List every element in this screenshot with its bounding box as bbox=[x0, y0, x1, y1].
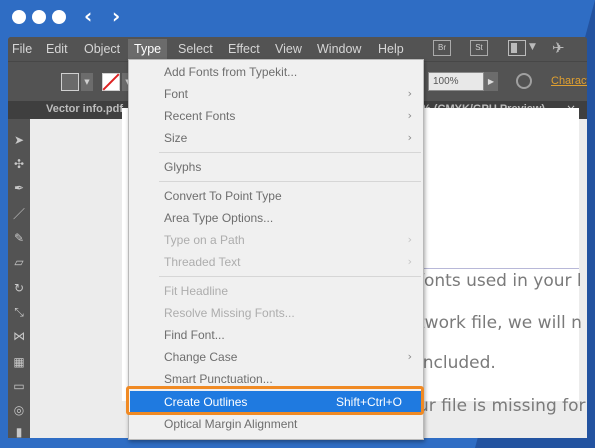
menu-separator bbox=[159, 181, 421, 182]
eraser-tool-icon[interactable]: ▱ bbox=[12, 255, 26, 269]
menu-item-find-font[interactable]: Find Font... bbox=[130, 324, 422, 346]
menu-item-label: Font bbox=[164, 87, 189, 101]
recolor-icon[interactable] bbox=[516, 73, 532, 89]
menu-item-fit-headline: Fit Headline bbox=[130, 280, 422, 302]
symbol-tool-icon[interactable]: ◎ bbox=[12, 403, 26, 417]
gradient-tool-icon[interactable]: ▭ bbox=[12, 379, 26, 393]
menu-item-label: Area Type Options... bbox=[164, 211, 274, 225]
character-panel-link[interactable]: Characte bbox=[551, 75, 587, 87]
menu-item-add-fonts-typekit[interactable]: Add Fonts from Typekit... bbox=[130, 61, 422, 83]
scale-tool-icon[interactable]: ⤡ bbox=[12, 305, 26, 319]
width-tool-icon[interactable]: ⋈ bbox=[12, 329, 26, 343]
menu-item-type-on-path: Type on a Path › bbox=[130, 229, 422, 251]
menu-item-label: Optical Margin Alignment bbox=[164, 417, 298, 431]
chevron-down-icon[interactable]: ▼ bbox=[529, 42, 536, 52]
stock-button[interactable]: St bbox=[470, 40, 488, 56]
menu-help[interactable]: Help bbox=[378, 41, 404, 57]
menu-item-change-case[interactable]: Change Case › bbox=[130, 346, 422, 368]
menu-item-label: Add Fonts from Typekit... bbox=[164, 65, 298, 79]
menu-item-optical-margin-alignment[interactable]: Optical Margin Alignment bbox=[130, 413, 422, 435]
window-dot-3[interactable] bbox=[52, 10, 66, 24]
graph-tool-icon[interactable]: ▮ bbox=[12, 425, 26, 438]
menu-item-label: Recent Fonts bbox=[164, 109, 236, 123]
line-tool-icon[interactable]: ／ bbox=[12, 207, 26, 221]
type-menu-dropdown: Add Fonts from Typekit... Font › Recent F… bbox=[128, 59, 424, 440]
menu-item-label: Smart Punctuation... bbox=[164, 372, 273, 386]
menu-item-label: Change Case bbox=[164, 350, 238, 364]
arrange-documents-icon[interactable] bbox=[508, 40, 526, 56]
forward-arrow-icon[interactable]: › bbox=[112, 6, 120, 26]
opacity-arrow-icon[interactable]: ▶ bbox=[484, 72, 498, 91]
menu-bar: File Edit Object Type Select Effect View… bbox=[8, 37, 587, 61]
highlight-annotation bbox=[126, 386, 424, 415]
menu-type[interactable]: Type bbox=[128, 39, 168, 59]
menu-item-size[interactable]: Size › bbox=[130, 127, 422, 149]
paintbrush-tool-icon[interactable]: ✎ bbox=[12, 231, 26, 245]
rotate-tool-icon[interactable]: ↻ bbox=[12, 281, 26, 295]
fill-swatch[interactable] bbox=[61, 73, 79, 91]
document-text-line[interactable]: fonts used in your l bbox=[418, 271, 582, 291]
menu-item-glyphs[interactable]: Glyphs bbox=[130, 156, 422, 178]
document-text-line[interactable]: ur file is missing for bbox=[418, 396, 586, 416]
menu-window[interactable]: Window bbox=[317, 41, 361, 57]
window-controls bbox=[12, 10, 66, 24]
menu-item-font[interactable]: Font › bbox=[130, 83, 422, 105]
menu-effect[interactable]: Effect bbox=[228, 41, 260, 57]
text-frame-edge bbox=[418, 268, 579, 269]
tools-panel: ➤ ✣ ✒ ／ ✎ ▱ ↻ ⤡ ⋈ ▦ ▭ ◎ ▮ bbox=[8, 119, 30, 438]
back-arrow-icon[interactable]: ‹ bbox=[84, 6, 92, 26]
menu-item-label: Threaded Text bbox=[164, 255, 241, 269]
menu-item-label: Resolve Missing Fonts... bbox=[164, 306, 295, 320]
bridge-button[interactable]: Br bbox=[433, 40, 451, 56]
submenu-arrow-icon: › bbox=[407, 87, 412, 100]
menu-view[interactable]: View bbox=[275, 41, 302, 57]
menu-item-threaded-text: Threaded Text › bbox=[130, 251, 422, 273]
direct-selection-tool-icon[interactable]: ✣ bbox=[12, 157, 26, 171]
submenu-arrow-icon: › bbox=[407, 350, 412, 363]
opacity-field[interactable]: 100% bbox=[428, 72, 484, 91]
menu-select[interactable]: Select bbox=[178, 41, 213, 57]
menu-item-convert-point-type[interactable]: Convert To Point Type bbox=[130, 185, 422, 207]
submenu-arrow-icon: › bbox=[407, 109, 412, 122]
menu-item-label: Type on a Path bbox=[164, 233, 245, 247]
menu-item-area-type-options[interactable]: Area Type Options... bbox=[130, 207, 422, 229]
document-text-line[interactable]: included. bbox=[418, 353, 496, 373]
window-dot-1[interactable] bbox=[12, 10, 26, 24]
stroke-swatch[interactable] bbox=[102, 73, 120, 91]
menu-edit[interactable]: Edit bbox=[46, 41, 68, 57]
selection-tool-icon[interactable]: ➤ bbox=[12, 133, 26, 147]
submenu-arrow-icon: › bbox=[407, 255, 412, 268]
submenu-arrow-icon: › bbox=[407, 131, 412, 144]
menu-item-resolve-missing-fonts: Resolve Missing Fonts... bbox=[130, 302, 422, 324]
fill-dropdown-icon[interactable]: ▼ bbox=[81, 73, 93, 91]
pen-tool-icon[interactable]: ✒ bbox=[12, 181, 26, 195]
submenu-arrow-icon: › bbox=[407, 233, 412, 246]
window-dot-2[interactable] bbox=[32, 10, 46, 24]
document-tab-title[interactable]: Vector info.pdf bbox=[46, 103, 123, 115]
shape-builder-tool-icon[interactable]: ▦ bbox=[12, 355, 26, 369]
document-text-line[interactable]: twork file, we will n bbox=[418, 313, 582, 333]
menu-item-label: Glyphs bbox=[164, 160, 202, 174]
menu-item-label: Size bbox=[164, 131, 188, 145]
menu-object[interactable]: Object bbox=[84, 41, 120, 57]
menu-separator bbox=[159, 276, 421, 277]
menu-item-label: Convert To Point Type bbox=[164, 189, 282, 203]
menu-item-recent-fonts[interactable]: Recent Fonts › bbox=[130, 105, 422, 127]
menu-item-label: Fit Headline bbox=[164, 284, 229, 298]
menu-item-label: Find Font... bbox=[164, 328, 225, 342]
menu-separator bbox=[159, 152, 421, 153]
menu-file[interactable]: File bbox=[12, 41, 32, 57]
gpu-performance-icon[interactable]: ✈ bbox=[552, 39, 565, 57]
